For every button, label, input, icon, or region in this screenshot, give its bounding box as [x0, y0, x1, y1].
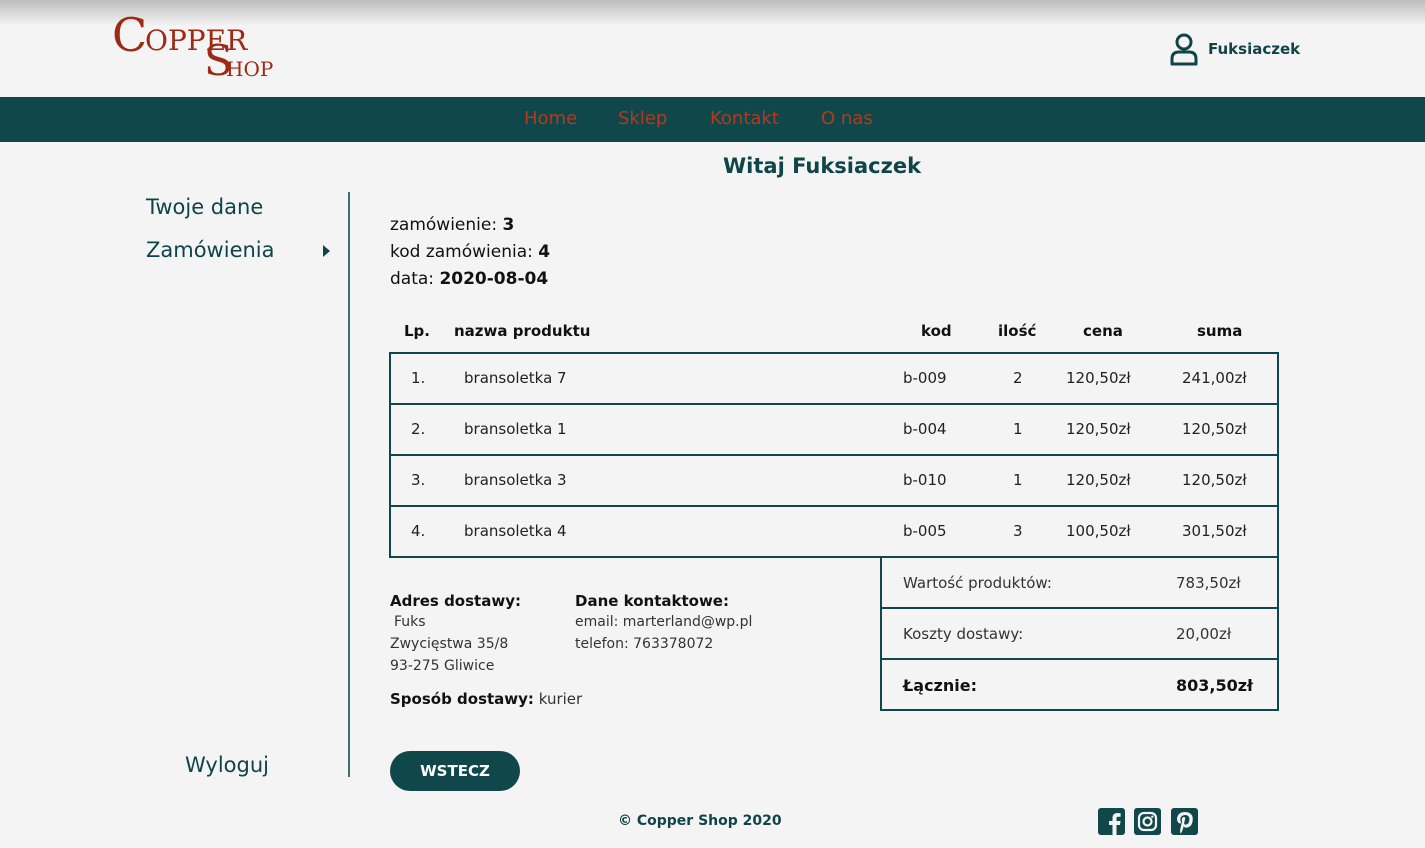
- order-number-label: zamówienie:: [390, 215, 498, 235]
- summary-row-shipping: Koszty dostawy: 20,00zł: [882, 609, 1277, 660]
- address-city: 93-275 Gliwice: [390, 658, 495, 674]
- cell-sum: 120,50zł: [1182, 471, 1247, 489]
- table-row: 4. bransoletka 4 b-005 3 100,50zł 301,50…: [391, 507, 1277, 558]
- cell-lp: 2.: [411, 420, 426, 438]
- cell-price: 120,50zł: [1066, 369, 1131, 387]
- table-row: 3. bransoletka 3 b-010 1 120,50zł 120,50…: [391, 456, 1277, 507]
- nav-home[interactable]: Home: [524, 108, 577, 129]
- back-button[interactable]: WSTECZ: [390, 751, 520, 791]
- header-quantity: ilość: [998, 322, 1037, 340]
- cell-code: b-009: [903, 369, 947, 387]
- table-row: 1. bransoletka 7 b-009 2 120,50zł 241,00…: [391, 354, 1277, 405]
- address-name: Fuks: [394, 614, 426, 630]
- cell-product-name: bransoletka 3: [464, 471, 567, 489]
- cell-lp: 3.: [411, 471, 426, 489]
- order-date: data: 2020-08-04: [390, 269, 548, 289]
- delivery-method-value: kurier: [538, 690, 583, 708]
- products-value: 783,50zł: [1176, 574, 1241, 592]
- header-price: cena: [1083, 322, 1123, 340]
- caret-right-icon: [323, 245, 330, 257]
- user-account[interactable]: Fuksiaczek: [1169, 32, 1300, 66]
- main-navigation: Home Sklep Kontakt O nas: [0, 97, 1425, 142]
- cell-sum: 241,00zł: [1182, 369, 1247, 387]
- nav-about[interactable]: O nas: [821, 108, 873, 129]
- order-number-value: 3: [502, 215, 515, 235]
- page-title: Witaj Fuksiaczek: [723, 154, 922, 178]
- username: Fuksiaczek: [1208, 40, 1301, 58]
- shipping-cost-label: Koszty dostawy:: [903, 625, 1024, 643]
- header-lp: Lp.: [404, 322, 430, 340]
- logo-letter-c: C: [112, 8, 148, 62]
- cell-price: 120,50zł: [1066, 420, 1131, 438]
- nav-contact[interactable]: Kontakt: [710, 108, 779, 129]
- sidebar-item-your-data[interactable]: Twoje dane: [146, 195, 263, 219]
- order-number: zamówienie: 3: [390, 215, 514, 235]
- cell-sum: 301,50zł: [1182, 522, 1247, 540]
- cell-code: b-010: [903, 471, 947, 489]
- header-product-name: nazwa produktu: [454, 322, 591, 340]
- cell-code: b-005: [903, 522, 947, 540]
- order-items-table: 1. bransoletka 7 b-009 2 120,50zł 241,00…: [389, 352, 1279, 558]
- cell-quantity: 1: [1013, 420, 1023, 438]
- contact-phone: telefon: 763378072: [575, 636, 714, 652]
- sidebar-divider: [348, 192, 350, 777]
- cell-quantity: 3: [1013, 522, 1023, 540]
- order-code-value: 4: [538, 242, 551, 262]
- summary-row-products: Wartość produktów: 783,50zł: [882, 558, 1277, 609]
- cell-product-name: bransoletka 7: [464, 369, 567, 387]
- cell-quantity: 1: [1013, 471, 1023, 489]
- order-summary: Wartość produktów: 783,50zł Koszty dosta…: [880, 556, 1279, 711]
- sidebar-item-orders[interactable]: Zamówienia: [146, 238, 275, 262]
- cell-code: b-004: [903, 420, 947, 438]
- total-label: Łącznie:: [903, 676, 977, 695]
- instagram-icon[interactable]: [1134, 808, 1161, 835]
- contact-details-title: Dane kontaktowe:: [575, 592, 729, 610]
- summary-row-total: Łącznie: 803,50zł: [882, 660, 1277, 711]
- delivery-method-label: Sposób dostawy:: [390, 690, 534, 708]
- header-code: kod: [921, 322, 952, 340]
- delivery-address-title: Adres dostawy:: [390, 592, 521, 610]
- cell-lp: 1.: [411, 369, 426, 387]
- order-code-label: kod zamówienia:: [390, 242, 533, 262]
- logo-text-hop: HOP: [226, 57, 274, 81]
- cell-sum: 120,50zł: [1182, 420, 1247, 438]
- copper-shop-logo[interactable]: C OPPER S HOP: [112, 12, 282, 84]
- shipping-cost-value: 20,00zł: [1176, 625, 1232, 643]
- table-row: 2. bransoletka 1 b-004 1 120,50zł 120,50…: [391, 405, 1277, 456]
- delivery-method: Sposób dostawy: kurier: [390, 690, 582, 708]
- user-icon: [1170, 33, 1198, 66]
- cell-quantity: 2: [1013, 369, 1023, 387]
- order-date-value: 2020-08-04: [439, 269, 549, 289]
- order-code: kod zamówienia: 4: [390, 242, 550, 262]
- footer-copyright: © Copper Shop 2020: [618, 813, 782, 829]
- cell-price: 100,50zł: [1066, 522, 1131, 540]
- logout-link[interactable]: Wyloguj: [185, 753, 269, 777]
- total-value: 803,50zł: [1176, 676, 1253, 695]
- order-date-label: data:: [390, 269, 435, 289]
- header-sum: suma: [1197, 322, 1243, 340]
- pinterest-icon[interactable]: [1171, 808, 1198, 835]
- nav-shop[interactable]: Sklep: [618, 108, 667, 129]
- address-street: Zwycięstwa 35/8: [390, 636, 509, 652]
- facebook-icon[interactable]: [1098, 808, 1125, 835]
- products-value-label: Wartość produktów:: [903, 574, 1052, 592]
- contact-email: email: marterland@wp.pl: [575, 614, 753, 630]
- cell-product-name: bransoletka 1: [464, 420, 567, 438]
- cell-lp: 4.: [411, 522, 426, 540]
- cell-product-name: bransoletka 4: [464, 522, 567, 540]
- cell-price: 120,50zł: [1066, 471, 1131, 489]
